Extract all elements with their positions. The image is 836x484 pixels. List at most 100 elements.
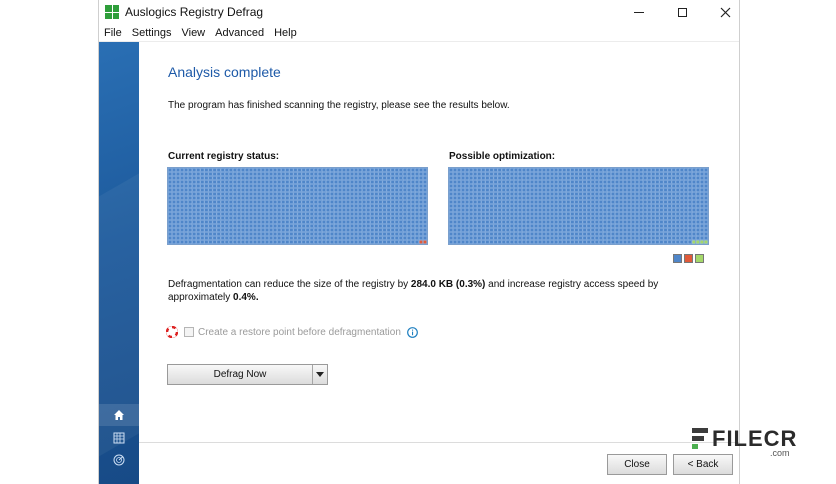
info-icon[interactable]: [407, 326, 418, 338]
sidebar-item-home[interactable]: [99, 404, 139, 426]
registry-cell: [406, 200, 411, 204]
registry-cell: [615, 232, 619, 236]
registry-cell: [590, 216, 595, 220]
registry-cell: [489, 240, 494, 244]
page-title: Analysis complete: [168, 64, 281, 80]
registry-cell: [309, 240, 314, 244]
registry-cell: [289, 204, 294, 208]
registry-cell: [611, 220, 615, 224]
registry-cell: [253, 232, 257, 236]
registry-cell: [570, 168, 575, 172]
registry-cell: [366, 220, 371, 224]
registry-cell: [651, 220, 656, 224]
registry-cell: [297, 180, 302, 184]
registry-cell: [168, 196, 172, 200]
registry-cell: [538, 216, 542, 220]
title-bar[interactable]: Auslogics Registry Defrag: [99, 0, 739, 24]
registry-cell: [679, 172, 684, 176]
registry-cell: [386, 208, 391, 212]
restore-point-checkbox[interactable]: [184, 327, 194, 337]
menu-advanced[interactable]: Advanced: [215, 27, 264, 39]
menu-view[interactable]: View: [181, 27, 205, 39]
registry-cell: [269, 212, 273, 216]
registry-cell: [675, 228, 680, 232]
registry-cell: [277, 236, 282, 240]
registry-cell: [683, 228, 688, 232]
registry-cell: [550, 192, 554, 196]
registry-cell: [554, 216, 559, 220]
registry-cell: [457, 224, 461, 228]
registry-cell: [415, 188, 419, 192]
maximize-button[interactable]: [662, 0, 702, 24]
registry-cell: [453, 240, 457, 244]
registry-cell: [338, 228, 342, 232]
registry-cell: [473, 224, 478, 228]
registry-cell: [423, 208, 427, 212]
registry-cell: [301, 212, 306, 216]
registry-cell: [394, 208, 399, 212]
registry-cell: [362, 184, 367, 188]
registry-cell: [461, 216, 465, 220]
registry-cell: [704, 172, 708, 176]
registry-cell: [423, 224, 427, 228]
registry-cell: [449, 236, 453, 240]
registry-cell: [269, 188, 273, 192]
registry-cell: [168, 172, 172, 176]
registry-cell: [481, 180, 486, 184]
minimize-button[interactable]: [619, 0, 659, 24]
registry-cell: [615, 184, 619, 188]
registry-cell: [386, 220, 391, 224]
menu-file[interactable]: File: [104, 27, 122, 39]
registry-cell: [574, 184, 579, 188]
registry-cell: [224, 176, 229, 180]
registry-cell: [313, 208, 318, 212]
registry-cell: [402, 172, 407, 176]
registry-cell: [530, 208, 534, 212]
registry-cell: [301, 168, 306, 172]
defrag-now-button[interactable]: Defrag Now: [168, 365, 313, 384]
registry-cell: [481, 236, 486, 240]
registry-cell: [679, 168, 684, 172]
registry-cell: [313, 168, 318, 172]
registry-cell: [481, 204, 486, 208]
registry-cell: [497, 228, 502, 232]
defrag-options-dropdown[interactable]: [313, 365, 327, 384]
registry-cell: [578, 180, 583, 184]
registry-cell: [330, 184, 334, 188]
registry-cell: [481, 232, 486, 236]
registry-cell: [289, 212, 294, 216]
registry-cell: [603, 232, 607, 236]
menu-settings[interactable]: Settings: [132, 27, 172, 39]
registry-cell: [204, 188, 209, 192]
close-button[interactable]: Close: [607, 454, 667, 475]
registry-cell: [382, 212, 387, 216]
registry-cell: [309, 176, 314, 180]
registry-cell: [168, 216, 172, 220]
registry-cell: [265, 180, 269, 184]
registry-cell: [249, 232, 253, 236]
registry-cell: [366, 188, 371, 192]
registry-cell: [330, 172, 334, 176]
sidebar-item-radar[interactable]: [99, 449, 139, 471]
registry-cell: [362, 200, 367, 204]
registry-cell: [473, 168, 478, 172]
registry-cell: [370, 172, 375, 176]
registry-cell: [639, 212, 644, 216]
registry-cell: [200, 180, 205, 184]
registry-cell: [603, 224, 607, 228]
registry-cell: [651, 168, 656, 172]
registry-cell: [477, 200, 482, 204]
menu-help[interactable]: Help: [274, 27, 297, 39]
registry-cell: [406, 168, 411, 172]
registry-cell: [188, 232, 193, 236]
sidebar-item-registry[interactable]: [99, 427, 139, 449]
close-window-button[interactable]: [705, 0, 745, 24]
registry-cell: [374, 220, 379, 224]
registry-cell: [493, 180, 498, 184]
registry-cell: [317, 236, 322, 240]
registry-cell: [281, 192, 286, 196]
registry-cell: [261, 228, 265, 232]
registry-cell: [623, 172, 627, 176]
registry-cell: [313, 188, 318, 192]
registry-cell: [550, 196, 554, 200]
